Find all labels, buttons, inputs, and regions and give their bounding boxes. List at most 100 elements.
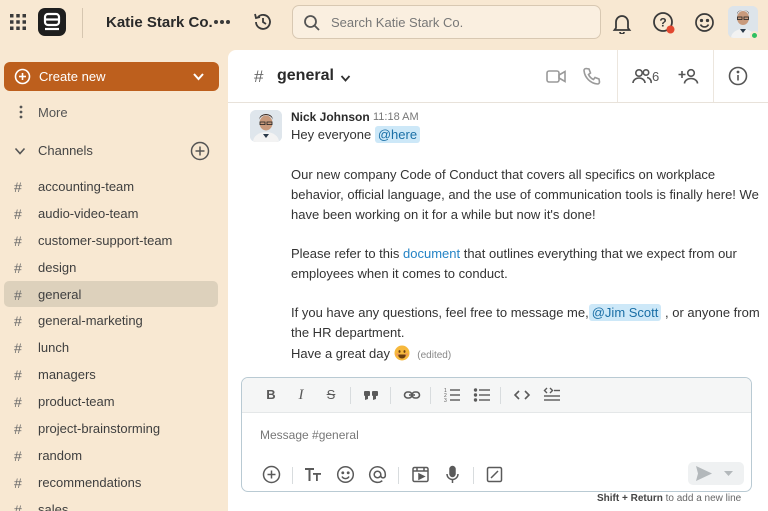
info-icon[interactable] <box>728 66 748 86</box>
bell-icon[interactable] <box>612 12 632 34</box>
sidebar-item-product-team[interactable]: # product-team <box>4 388 218 415</box>
channel-title[interactable]: general <box>277 67 334 85</box>
mention-jim-scott[interactable]: @Jim Scott <box>588 304 662 321</box>
hash-icon: # <box>14 447 22 464</box>
hash-icon: # <box>14 179 22 195</box>
app-logo[interactable] <box>38 8 66 36</box>
message-time: 11:18 AM <box>373 111 419 123</box>
hash-icon: # <box>14 259 22 276</box>
channels-section-header[interactable]: Channels <box>8 141 218 161</box>
channel-name: audio-video-team <box>38 205 139 221</box>
video-clip-icon[interactable] <box>411 465 430 484</box>
send-button[interactable] <box>688 462 744 485</box>
members-icon[interactable] <box>632 67 652 85</box>
slash-command-icon[interactable] <box>485 465 504 484</box>
history-icon[interactable] <box>252 11 274 33</box>
mention-icon[interactable] <box>368 465 387 484</box>
divider <box>500 387 501 404</box>
sidebar-item-design[interactable]: # design <box>4 254 218 281</box>
divider <box>82 8 83 38</box>
search-bar[interactable]: Search Katie Stark Co. <box>292 5 601 39</box>
numbered-list-icon[interactable]: 123 <box>443 386 461 404</box>
sidebar-item-accounting-team[interactable]: # accounting-team <box>4 173 218 200</box>
add-channel-icon[interactable] <box>190 141 210 161</box>
sidebar-item-project-brainstorming[interactable]: # project-brainstorming <box>4 415 218 442</box>
strikethrough-icon[interactable]: S <box>322 386 340 404</box>
sidebar-item-lunch[interactable]: # lunch <box>4 334 218 361</box>
microphone-icon[interactable] <box>443 465 462 484</box>
message-text: Have a great day <box>291 346 391 361</box>
sidebar-item-audio-video-team[interactable]: # audio-video-team <box>4 200 218 227</box>
channel-name: sales <box>38 501 69 511</box>
sidebar-item-recommendations[interactable]: # recommendations <box>4 469 218 496</box>
add-icon[interactable] <box>262 465 281 484</box>
channel-name: product-team <box>38 394 115 410</box>
apps-grid-icon[interactable] <box>8 12 28 32</box>
sidebar-item-managers[interactable]: # managers <box>4 361 218 388</box>
sidebar-item-random[interactable]: # random <box>4 442 218 469</box>
channel-list: # accounting-team # audio-video-team # cust… <box>4 173 218 511</box>
mention-here[interactable]: @here <box>374 126 421 143</box>
sidebar-item-customer-support-team[interactable]: # customer-support-team <box>4 227 218 254</box>
message-text: the HR department. <box>291 325 405 340</box>
chevron-down-icon[interactable] <box>340 73 351 84</box>
author-avatar[interactable] <box>250 110 282 142</box>
text-format-icon[interactable] <box>304 465 323 484</box>
italic-icon[interactable]: I <box>292 386 310 404</box>
chevron-down-icon[interactable] <box>724 470 733 477</box>
divider <box>713 50 714 102</box>
channel-name: recommendations <box>38 474 142 490</box>
hash-icon: # <box>14 501 22 511</box>
divider <box>430 387 431 404</box>
message-author[interactable]: Nick Johnson <box>291 110 370 124</box>
add-user-icon[interactable] <box>678 67 700 85</box>
hash-icon: # <box>14 474 22 491</box>
sidebar-item-general-marketing[interactable]: # general-marketing <box>4 307 218 334</box>
top-bar: Katie Stark Co. Search Katie Stark Co. ? <box>0 0 768 46</box>
message-input[interactable]: Message #general <box>260 428 359 442</box>
hint-text: to add a new line <box>662 493 742 504</box>
hash-icon: # <box>14 367 22 384</box>
link-icon[interactable] <box>403 386 421 404</box>
quote-icon[interactable] <box>362 386 380 404</box>
phone-call-icon[interactable] <box>583 67 601 85</box>
hint-keys: Shift + Return <box>597 493 663 504</box>
hash-icon: # <box>14 340 22 357</box>
hash-icon: # <box>14 421 22 438</box>
divider <box>617 50 618 102</box>
channels-label: Channels <box>38 143 93 158</box>
send-icon <box>696 466 712 481</box>
video-call-icon[interactable] <box>546 68 566 85</box>
help-icon[interactable]: ? <box>652 11 676 35</box>
channel-hash-icon: # <box>254 67 264 86</box>
sidebar-item-general[interactable]: # general <box>4 280 218 308</box>
emoji-icon[interactable] <box>336 465 355 484</box>
more-icon[interactable] <box>212 12 232 32</box>
smiling-face-emoji-icon <box>394 345 410 361</box>
svg-text:3: 3 <box>444 398 447 404</box>
member-count[interactable]: 6 <box>652 69 659 84</box>
channel-panel: # general 6 Nick Johnson 11:18 AM Hey ev… <box>228 50 768 511</box>
workspace-name[interactable]: Katie Stark Co. <box>106 14 213 31</box>
code-block-icon[interactable] <box>543 386 561 404</box>
create-new-button[interactable]: Create new <box>4 62 219 91</box>
code-icon[interactable] <box>513 386 531 404</box>
divider <box>398 467 399 484</box>
message-text: behavior, official language, and the use… <box>291 187 759 202</box>
hash-icon: # <box>14 313 22 330</box>
bullet-list-icon[interactable] <box>473 386 491 404</box>
message-line: Hey everyone @here <box>291 126 421 143</box>
search-input[interactable]: Search Katie Stark Co. <box>331 15 463 30</box>
online-status-indicator <box>750 31 759 40</box>
document-link[interactable]: document <box>403 246 460 261</box>
hash-icon: # <box>14 286 22 303</box>
message-text: , or anyone from <box>665 305 760 320</box>
channel-name: customer-support-team <box>38 232 173 248</box>
chevron-down-icon[interactable] <box>192 70 205 83</box>
sidebar-item-sales[interactable]: # sales <box>4 496 218 511</box>
chevron-down-icon[interactable] <box>14 145 26 157</box>
message-text: If you have any questions, feel free to … <box>291 305 589 320</box>
bold-icon[interactable]: B <box>262 386 280 404</box>
divider <box>350 387 351 404</box>
emoji-icon[interactable] <box>694 12 715 33</box>
